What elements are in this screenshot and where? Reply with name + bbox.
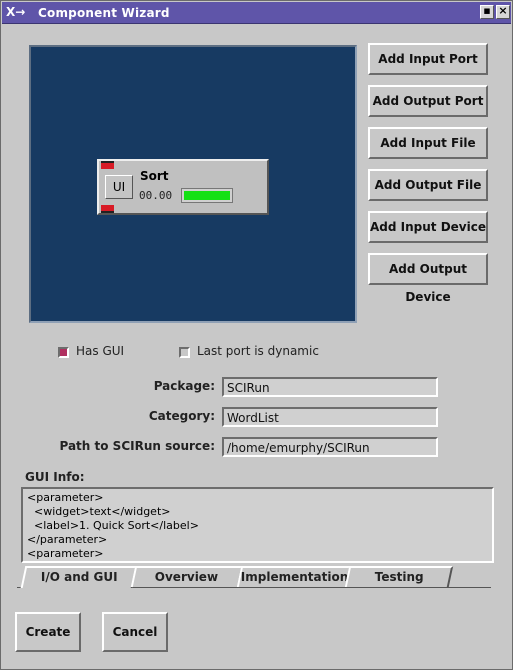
gui-info-line: <parameter> <box>27 547 104 560</box>
tab-overview[interactable]: Overview <box>130 566 244 587</box>
category-field[interactable]: WordList <box>222 407 438 427</box>
progress-fill <box>184 191 230 200</box>
network-canvas[interactable]: UI Sort 00.00 <box>29 45 357 323</box>
x-logo-icon: X→ <box>6 5 26 19</box>
create-button[interactable]: Create <box>15 612 81 652</box>
gui-info-textarea[interactable]: <parameter> <widget>text</widget> <label… <box>21 487 494 563</box>
title-bar[interactable]: X→ Component Wizard ▪ × <box>2 2 511 24</box>
gui-info-line: <label>1. Quick Sort</label> <box>27 519 199 532</box>
sort-module[interactable]: UI Sort 00.00 <box>97 159 269 215</box>
module-title: Sort <box>140 169 169 183</box>
path-field[interactable]: /home/emurphy/SCIRun <box>222 437 438 457</box>
package-label: Package: <box>153 379 215 393</box>
add-input-port-button[interactable]: Add Input Port <box>368 43 488 75</box>
close-icon: × <box>498 4 508 17</box>
gui-info-label: GUI Info: <box>25 470 85 484</box>
window-title: Component Wizard <box>38 6 170 20</box>
category-label: Category: <box>148 409 215 423</box>
tab-testing[interactable]: Testing <box>344 566 454 587</box>
add-output-device-button[interactable]: Add Output Device <box>368 253 488 304</box>
last-port-dynamic-label: Last port is dynamic <box>197 344 319 358</box>
gui-info-line: <widget>text</widget> <box>27 505 171 518</box>
package-field[interactable]: SCIRun <box>222 377 438 397</box>
minimize-button[interactable]: ▪ <box>480 4 494 19</box>
add-output-file-button[interactable]: Add Output File <box>368 169 488 201</box>
minimize-icon: ▪ <box>483 4 491 17</box>
add-input-device-button[interactable]: Add Input Device <box>368 211 488 243</box>
gui-info-line: <parameter> <box>27 491 104 504</box>
tab-implementation[interactable]: Implementation <box>236 566 352 587</box>
tab-strip: I/O and GUI Overview Implementation Test… <box>17 566 507 588</box>
has-gui-checkbox[interactable] <box>58 347 69 358</box>
add-input-file-button[interactable]: Add Input File <box>368 127 488 159</box>
path-label: Path to SCIRun source: <box>59 439 215 453</box>
module-progress-bar <box>181 188 233 203</box>
module-time: 00.00 <box>139 189 173 202</box>
gui-info-line: </parameter> <box>27 533 108 546</box>
input-port-icon[interactable] <box>101 161 114 169</box>
output-port-icon[interactable] <box>101 205 114 213</box>
module-ui-button[interactable]: UI <box>105 175 133 199</box>
has-gui-label: Has GUI <box>76 344 125 358</box>
close-button[interactable]: × <box>496 4 510 19</box>
add-output-port-button[interactable]: Add Output Port <box>368 85 488 117</box>
cancel-button[interactable]: Cancel <box>102 612 168 652</box>
component-wizard-window: X→ Component Wizard ▪ × UI Sort 00.00 Ad… <box>0 0 513 670</box>
last-port-dynamic-checkbox[interactable] <box>179 347 190 358</box>
tab-io-and-gui[interactable]: I/O and GUI <box>20 566 138 588</box>
